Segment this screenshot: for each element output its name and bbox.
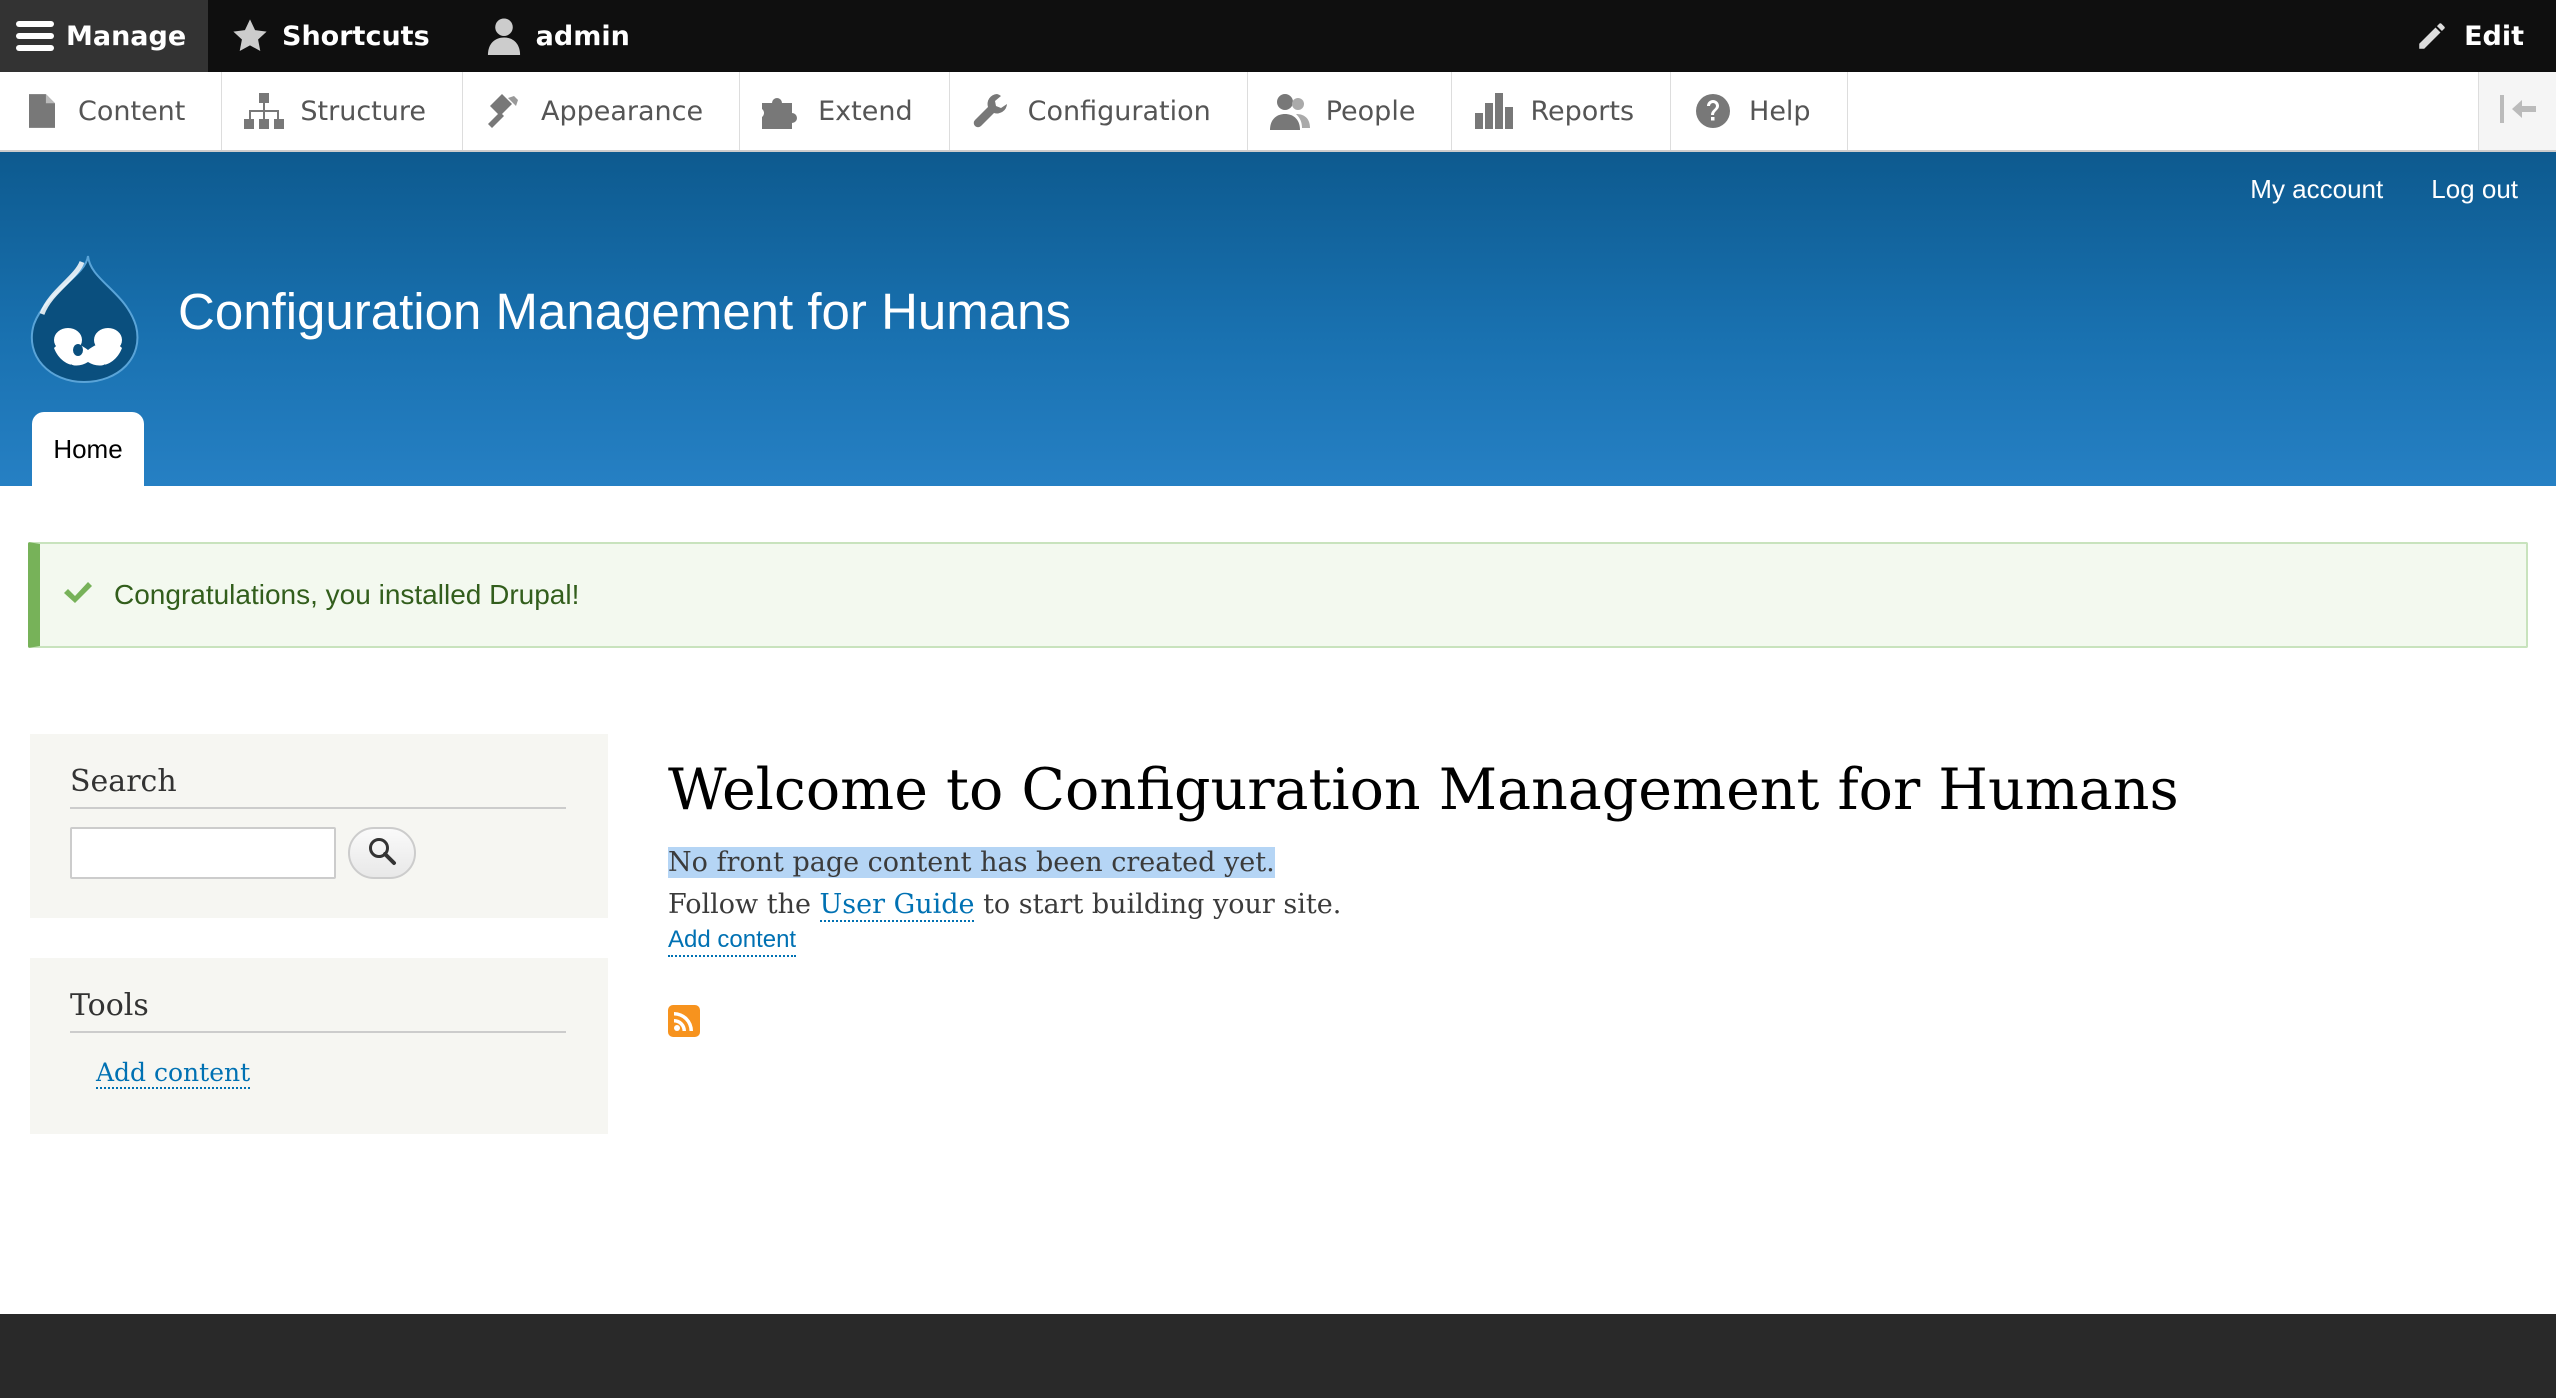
main-content: Welcome to Configuration Management for … [668,756,2468,1038]
search-button[interactable] [348,827,416,879]
tray-label-structure: Structure [300,95,426,127]
tray-label-people: People [1325,95,1416,127]
tray-item-appearance[interactable]: Appearance [463,72,741,150]
tray-label-reports: Reports [1530,95,1635,127]
shortcuts-label: Shortcuts [282,20,430,52]
search-block-title: Search [70,764,566,809]
tray-item-structure[interactable]: Structure [222,72,463,150]
tray-label-appearance: Appearance [541,95,704,127]
user-label: admin [535,20,630,52]
page-title: Welcome to Configuration Management for … [668,757,2179,823]
tools-block: Tools Add content [30,958,608,1134]
user-button[interactable]: admin [462,0,662,72]
my-account-link[interactable]: My account [2250,174,2383,205]
tab-home[interactable]: Home [32,412,144,486]
search-input[interactable] [70,827,336,879]
shortcuts-button[interactable]: Shortcuts [208,0,462,72]
tray-label-configuration: Configuration [1027,95,1211,127]
no-content-text: No front page content has been created y… [668,847,1275,879]
search-block: Search [30,734,608,918]
add-content-link[interactable]: Add content [668,926,797,958]
edit-button[interactable]: Edit [2390,0,2556,72]
paint-roller-icon [485,91,525,131]
puzzle-icon [762,91,802,131]
site-footer [0,1314,2556,1398]
secondary-menu: My account Log out [2250,174,2518,205]
tray-label-help: Help [1749,95,1811,127]
manage-label: Manage [66,20,187,52]
pencil-icon [2412,16,2452,56]
tray-item-reports[interactable]: Reports [1452,72,1672,150]
collapse-left-icon [2498,94,2538,128]
admin-tray: Content Structure Appearance Extend Conf… [0,72,2556,152]
user-guide-link[interactable]: User Guide [819,889,975,923]
tray-item-people[interactable]: People [1248,72,1453,150]
rss-feed-icon[interactable] [668,1005,700,1038]
people-icon [1269,91,1310,131]
user-icon [484,16,524,56]
site-header: My account Log out Configuration Managem… [0,152,2556,486]
status-text: Congratulations, you installed Drupal! [114,579,580,610]
log-out-link[interactable]: Log out [2431,174,2518,205]
help-icon [1693,91,1733,131]
sitemap-icon [244,91,285,131]
bar-chart-icon [1474,91,1514,131]
tray-label-content: Content [78,95,186,127]
manage-button[interactable]: Manage [0,0,208,72]
wrench-icon [972,91,1012,131]
admin-toolbar: Manage Shortcuts admin Edit [0,0,2556,72]
hamburger-icon [16,16,54,56]
tray-item-content[interactable]: Content [0,72,223,150]
tray-item-extend[interactable]: Extend [740,72,950,150]
drupal-logo-icon[interactable] [26,252,144,384]
tray-orientation-toggle[interactable] [2478,72,2556,150]
star-icon [230,16,270,56]
search-icon [367,836,397,871]
edit-label: Edit [2464,20,2524,52]
checkmark-icon [62,580,94,611]
tray-label-extend: Extend [818,95,913,127]
tools-block-title: Tools [70,988,566,1033]
site-name[interactable]: Configuration Management for Humans [178,282,1071,341]
follow-guide-text: Follow the User Guide to start building … [668,889,1342,923]
tray-item-configuration[interactable]: Configuration [950,72,1248,150]
tray-item-help[interactable]: Help [1671,72,1848,150]
tools-add-content-link[interactable]: Add content [96,1059,251,1089]
file-icon [22,91,62,131]
status-message: Congratulations, you installed Drupal! [28,542,2528,648]
